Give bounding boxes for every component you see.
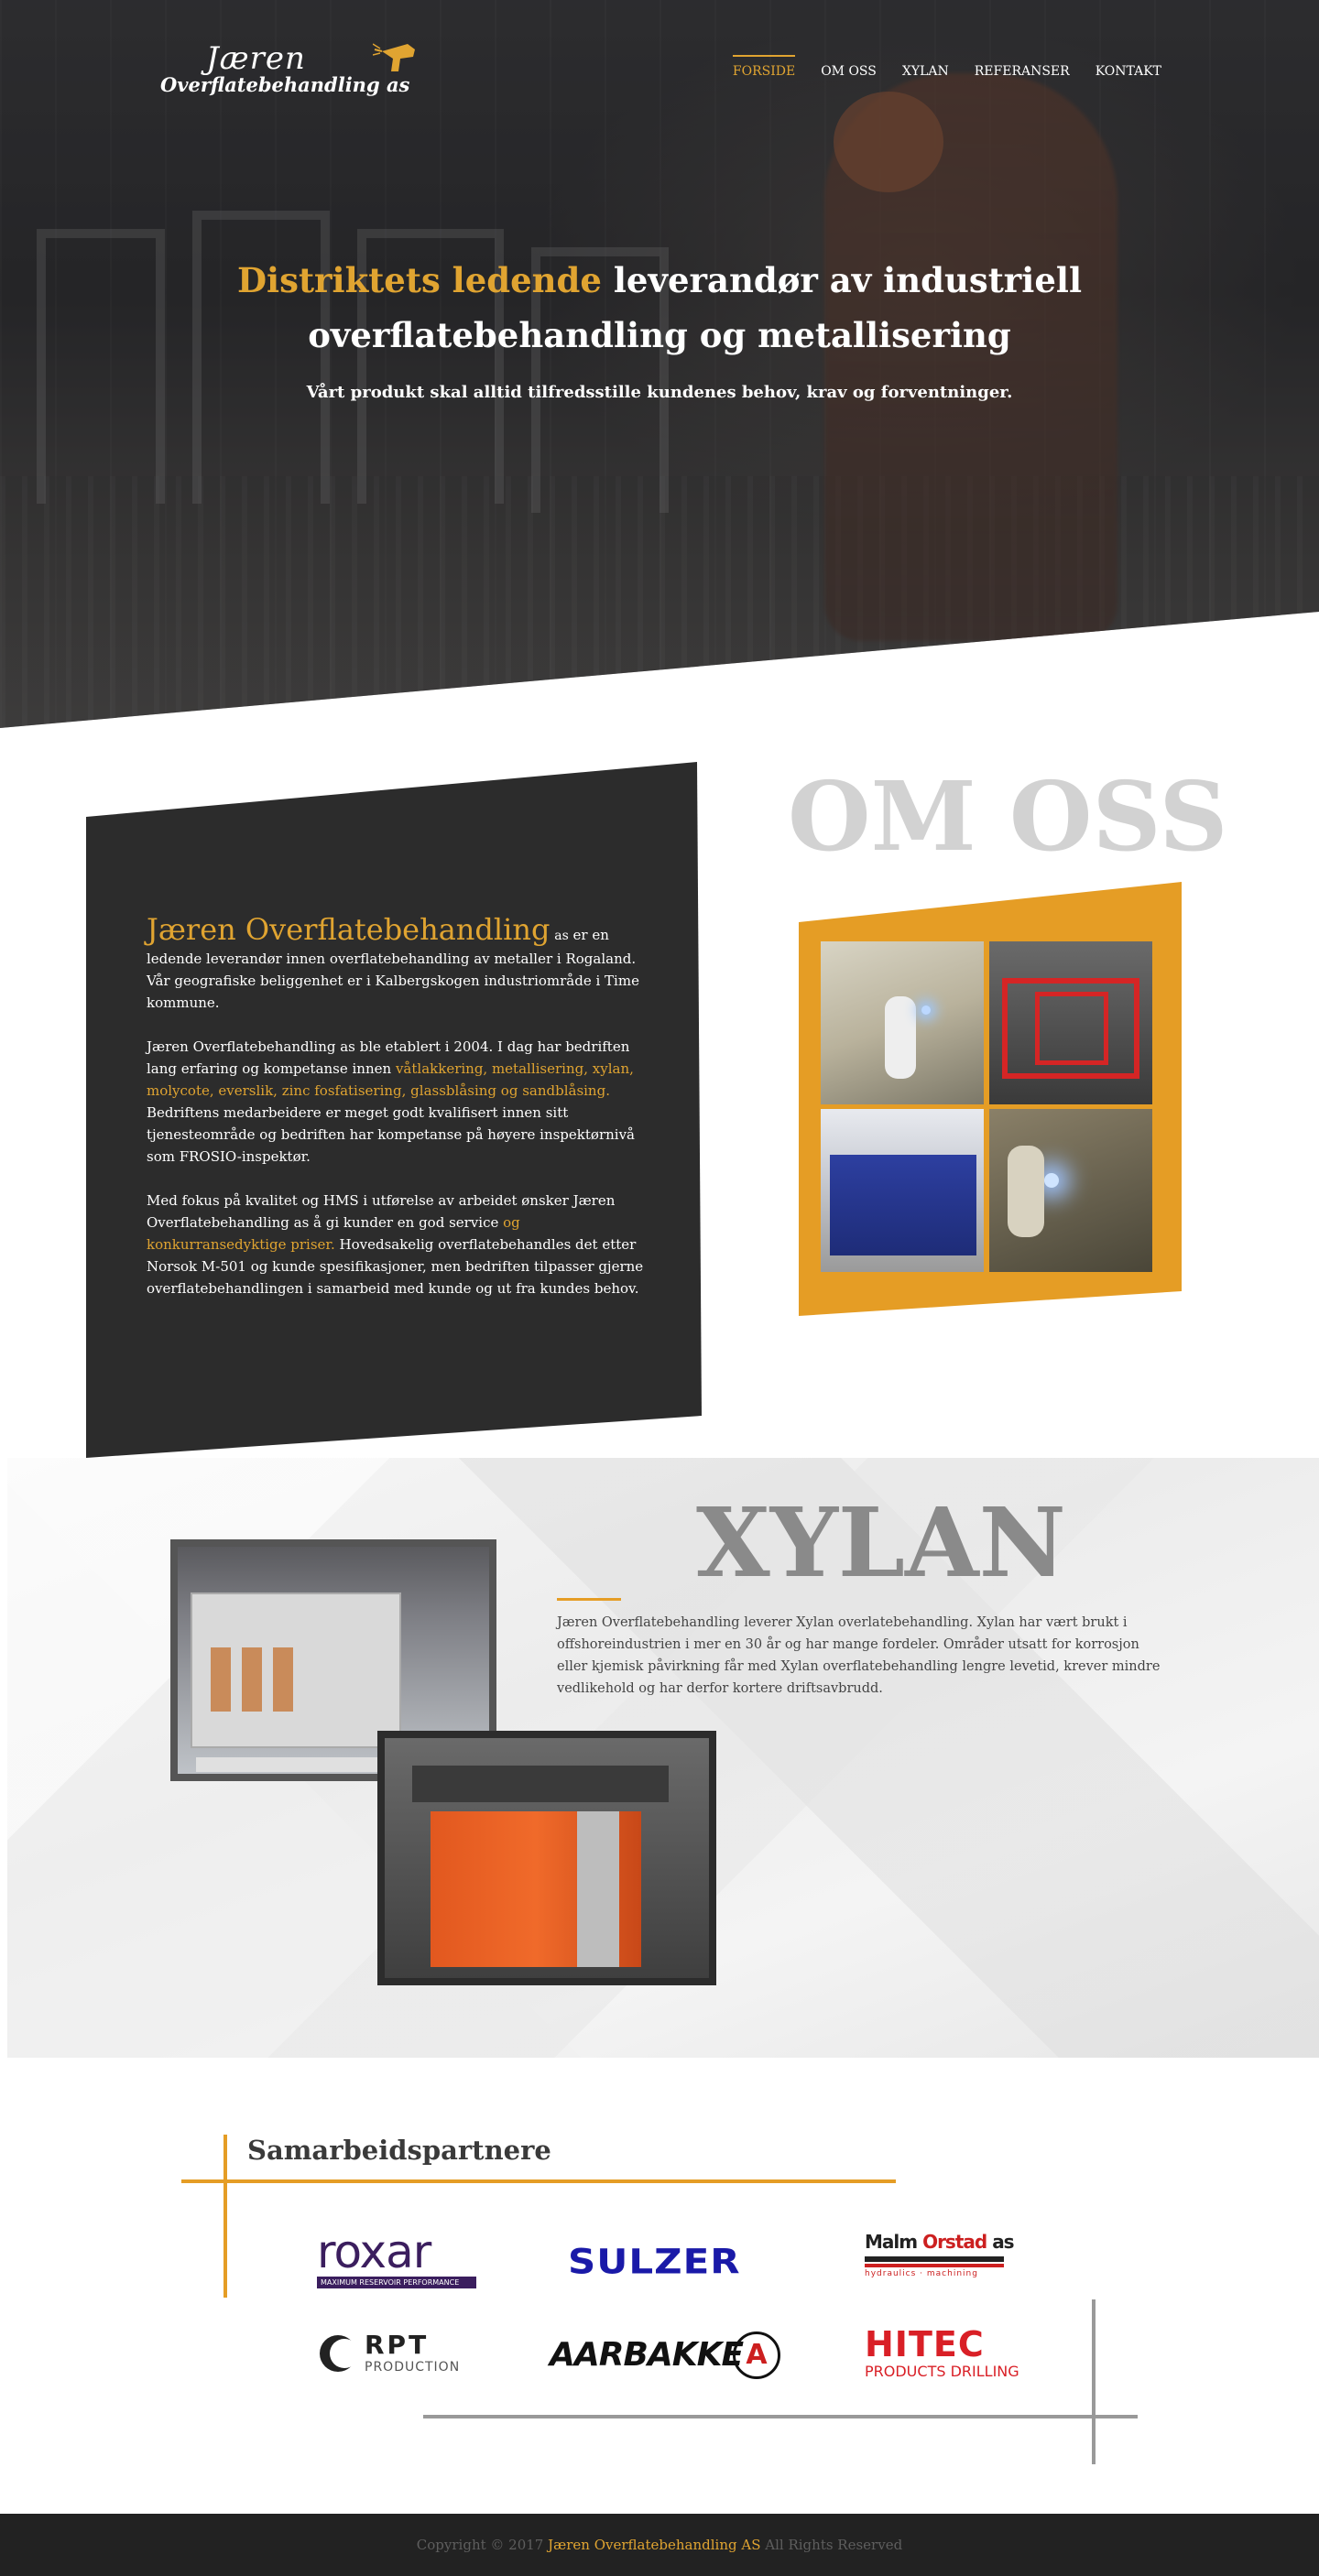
hitec-wordmark: HITEC (865, 2324, 985, 2364)
om-oss-heading: OM OSS (788, 760, 1228, 873)
spark-glow (921, 1005, 931, 1015)
partner-logo-malm-orstad[interactable]: Malm Orstad as hydraulics · machining (865, 2231, 1015, 2291)
red-frame-inner (1035, 992, 1108, 1065)
about-company-name: Jæren Overflatebehandling (147, 912, 550, 947)
malm-text: Malm (865, 2231, 918, 2253)
xylan-accent-rule (557, 1598, 621, 1601)
main-nav: FORSIDE OM OSS XYLAN REFERANSER KONTAKT (732, 55, 1161, 79)
xylan-photo-oven[interactable] (377, 1731, 716, 1985)
partners-frame-grey-vertical (1092, 2299, 1096, 2464)
malm-tagline: hydraulics · machining (865, 2269, 978, 2278)
partners-frame-orange-vertical (223, 2135, 227, 2298)
hitec-tagline: PRODUCTS DRILLING (865, 2363, 1019, 2380)
oven-image (385, 1738, 709, 1978)
hero-title-accent: Distriktets ledende (236, 260, 602, 300)
about-paragraph-3: Med fokus på kvalitet og HMS i utførelse… (147, 1190, 650, 1299)
site-logo[interactable]: Jæren Overflatebehandling as (160, 35, 435, 108)
about-as: as (554, 929, 569, 943)
control-cabinet (577, 1811, 619, 1967)
hero-subtitle: Vårt produkt skal alltid tilfredsstille … (306, 383, 1013, 402)
oven-hood (412, 1766, 669, 1802)
hero-section (0, 0, 1319, 728)
about-paragraph-1: Jæren Overflatebehandling as er en leden… (147, 911, 650, 1014)
about-p2-text-b: Bedriftens medarbeidere er meget godt kv… (147, 1104, 635, 1165)
rpt-mark-icon (320, 2335, 359, 2372)
rpt-wordmark: RPT (365, 2330, 430, 2360)
nav-item-forside[interactable]: FORSIDE (732, 55, 796, 79)
nav-item-kontakt[interactable]: KONTAKT (1096, 59, 1161, 79)
hero-overlay (0, 0, 1319, 728)
footer-copyright-prefix: Copyright © 2017 (416, 2537, 544, 2553)
footer-brand-link[interactable]: Jæren Overflatebehandling AS (548, 2537, 760, 2553)
nav-item-referanser[interactable]: REFERANSER (975, 59, 1070, 79)
aarbakke-wordmark: AARBAKKE (550, 2336, 744, 2374)
xylan-heading: XYLAN (696, 1486, 1066, 1599)
spray-gun-icon (373, 43, 415, 71)
about-text: Jæren Overflatebehandling as er en leden… (147, 911, 650, 1321)
partner-logo-aarbakke[interactable]: AARBAKKE A (550, 2330, 788, 2381)
as-text: as (992, 2231, 1014, 2253)
orstad-text: Orstad (922, 2231, 987, 2253)
partner-logo-hitec[interactable]: HITEC PRODUCTS DRILLING (865, 2324, 1019, 2385)
rpt-tagline: PRODUCTION (365, 2360, 461, 2375)
gallery-photo-blue-container[interactable] (821, 1109, 984, 1272)
spark-glow (1044, 1173, 1059, 1188)
nav-item-om-oss[interactable]: OM OSS (821, 59, 877, 79)
about-p3-text-a: Med fokus på kvalitet og HMS i utførelse… (147, 1192, 616, 1231)
malm-orstad-wordmark: Malm Orstad as (865, 2231, 1015, 2253)
partner-logo-sulzer[interactable]: SULZER (568, 2242, 765, 2282)
gallery-photo-metallising[interactable] (989, 1109, 1152, 1272)
sulzer-wordmark: SULZER (568, 2241, 741, 2282)
partners-frame-orange-horizontal (181, 2179, 896, 2183)
malm-bar-red (865, 2264, 1004, 2267)
worker-figure (1008, 1146, 1044, 1237)
hero-title: Distriktets ledende leverandør av indust… (0, 253, 1319, 363)
booth-door (273, 1647, 293, 1712)
partner-logo-rpt[interactable]: RPT PRODUCTION (317, 2332, 482, 2378)
gallery-photo-blasting-room[interactable] (821, 941, 984, 1104)
aarbakke-mark-icon: A (733, 2331, 780, 2379)
about-gallery (799, 882, 1182, 1316)
partners-frame-grey-horizontal (423, 2415, 1138, 2418)
malm-bar (865, 2256, 1004, 2262)
about-card: Jæren Overflatebehandling as er en leden… (86, 762, 702, 1458)
partners-heading: Samarbeidspartnere (247, 2135, 551, 2166)
roxar-tagline: MAXIMUM RESERVOIR PERFORMANCE (317, 2277, 476, 2288)
booth-door (211, 1647, 231, 1712)
hero-title-rest: leverandør av industriell (613, 260, 1083, 300)
about-paragraph-2: Jæren Overflatebehandling as ble etabler… (147, 1036, 650, 1168)
footer-copyright-suffix: All Rights Reserved (765, 2537, 903, 2553)
booth-door (242, 1647, 262, 1712)
blue-unit (830, 1155, 976, 1255)
partner-logo-roxar[interactable]: roxar MAXIMUM RESERVOIR PERFORMANCE (317, 2229, 482, 2293)
roxar-wordmark: roxar (317, 2225, 431, 2278)
xylan-text: Jæren Overflatebehandling leverer Xylan … (557, 1615, 1161, 1696)
gallery-photo-red-frames[interactable] (989, 941, 1152, 1104)
aarbakke-mark-letter: A (746, 2339, 768, 2371)
worker-figure (885, 996, 916, 1079)
nav-item-xylan[interactable]: XYLAN (902, 59, 949, 79)
footer: Copyright © 2017 Jæren Overflatebehandli… (0, 2514, 1319, 2576)
hero-title-line2: overflatebehandling og metallisering (308, 315, 1011, 355)
logo-line1: Jæren (206, 40, 306, 77)
